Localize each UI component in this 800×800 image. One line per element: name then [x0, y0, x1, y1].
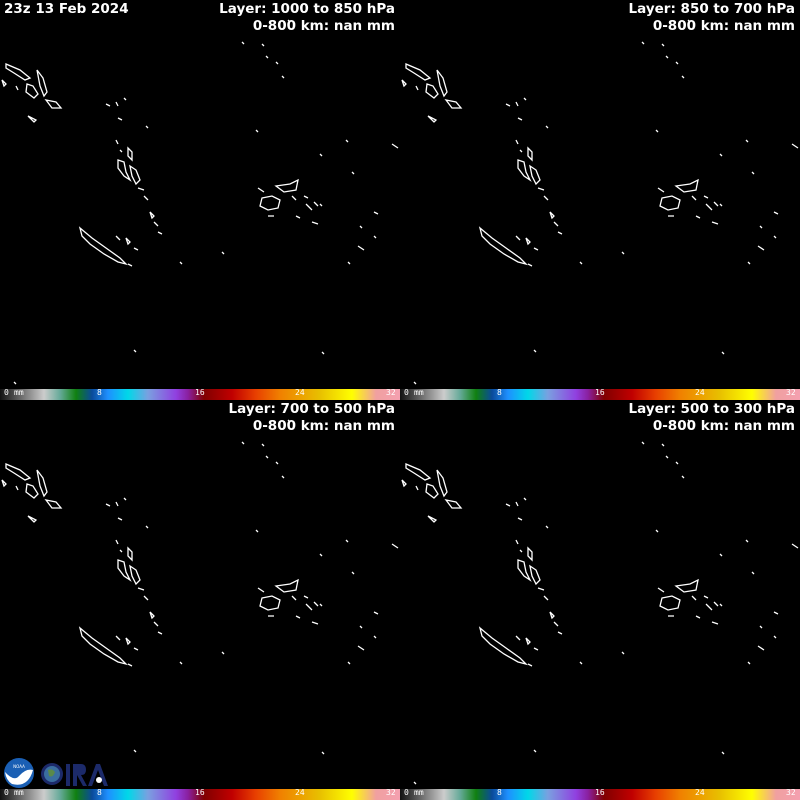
colorbar-tick: 8	[497, 788, 502, 797]
timestamp: 23z 13 Feb 2024	[4, 1, 129, 17]
layer-label: Layer: 700 to 500 hPa	[228, 401, 395, 417]
colorbar: 0 mm 8 16 24 32	[400, 788, 800, 800]
agency-logos: NOAA	[4, 758, 108, 788]
colorbar-tick: 8	[497, 388, 502, 397]
colorbar-tick: 32	[386, 388, 396, 397]
colorbar: 0 mm 8 16 24 32	[400, 388, 800, 400]
colorbar-unit: mm	[14, 388, 24, 397]
colorbar-tick: 0	[4, 388, 9, 397]
colorbar-tick: 24	[295, 388, 305, 397]
colorbar-unit: mm	[414, 788, 424, 797]
colorbar-tick: 24	[695, 788, 705, 797]
panel-700-500: Layer: 700 to 500 hPa 0-800 km: nan mm 0…	[0, 400, 400, 800]
colorbar: 0 mm 8 16 24 32	[0, 388, 400, 400]
colorbar-tick: 32	[786, 388, 796, 397]
colorbar: 0 mm 8 16 24 32	[0, 788, 400, 800]
colorbar-tick: 16	[195, 788, 205, 797]
layer-summary: 0-800 km: nan mm	[652, 18, 795, 34]
colorbar-tick: 32	[786, 788, 796, 797]
panel-500-300: Layer: 500 to 300 hPa 0-800 km: nan mm 0…	[400, 400, 800, 800]
layer-summary: 0-800 km: nan mm	[252, 418, 395, 434]
panel-850-700: Layer: 850 to 700 hPa 0-800 km: nan mm 0…	[400, 0, 800, 400]
cira-logo-icon	[41, 763, 108, 786]
colorbar-tick: 16	[595, 388, 605, 397]
colorbar-unit: mm	[414, 388, 424, 397]
coastline-map	[1, 419, 399, 785]
coastline-map	[1, 19, 399, 385]
colorbar-tick: 32	[386, 788, 396, 797]
colorbar-tick: 0	[404, 788, 409, 797]
colorbar-tick: 8	[97, 388, 102, 397]
svg-text:NOAA: NOAA	[13, 764, 25, 769]
colorbar-tick: 16	[595, 788, 605, 797]
panel-1000-850: 23z 13 Feb 2024 Layer: 1000 to 850 hPa 0…	[0, 0, 400, 400]
layer-label: Layer: 1000 to 850 hPa	[219, 1, 395, 17]
layer-summary: 0-800 km: nan mm	[652, 418, 795, 434]
coastline-map	[401, 19, 799, 385]
coastline-map	[401, 419, 799, 785]
noaa-logo-icon: NOAA	[4, 758, 34, 788]
layer-summary: 0-800 km: nan mm	[252, 18, 395, 34]
colorbar-tick: 24	[295, 788, 305, 797]
colorbar-tick: 24	[695, 388, 705, 397]
layer-label: Layer: 850 to 700 hPa	[628, 1, 795, 17]
layer-label: Layer: 500 to 300 hPa	[628, 401, 795, 417]
colorbar-tick: 16	[195, 388, 205, 397]
colorbar-tick: 0	[404, 388, 409, 397]
